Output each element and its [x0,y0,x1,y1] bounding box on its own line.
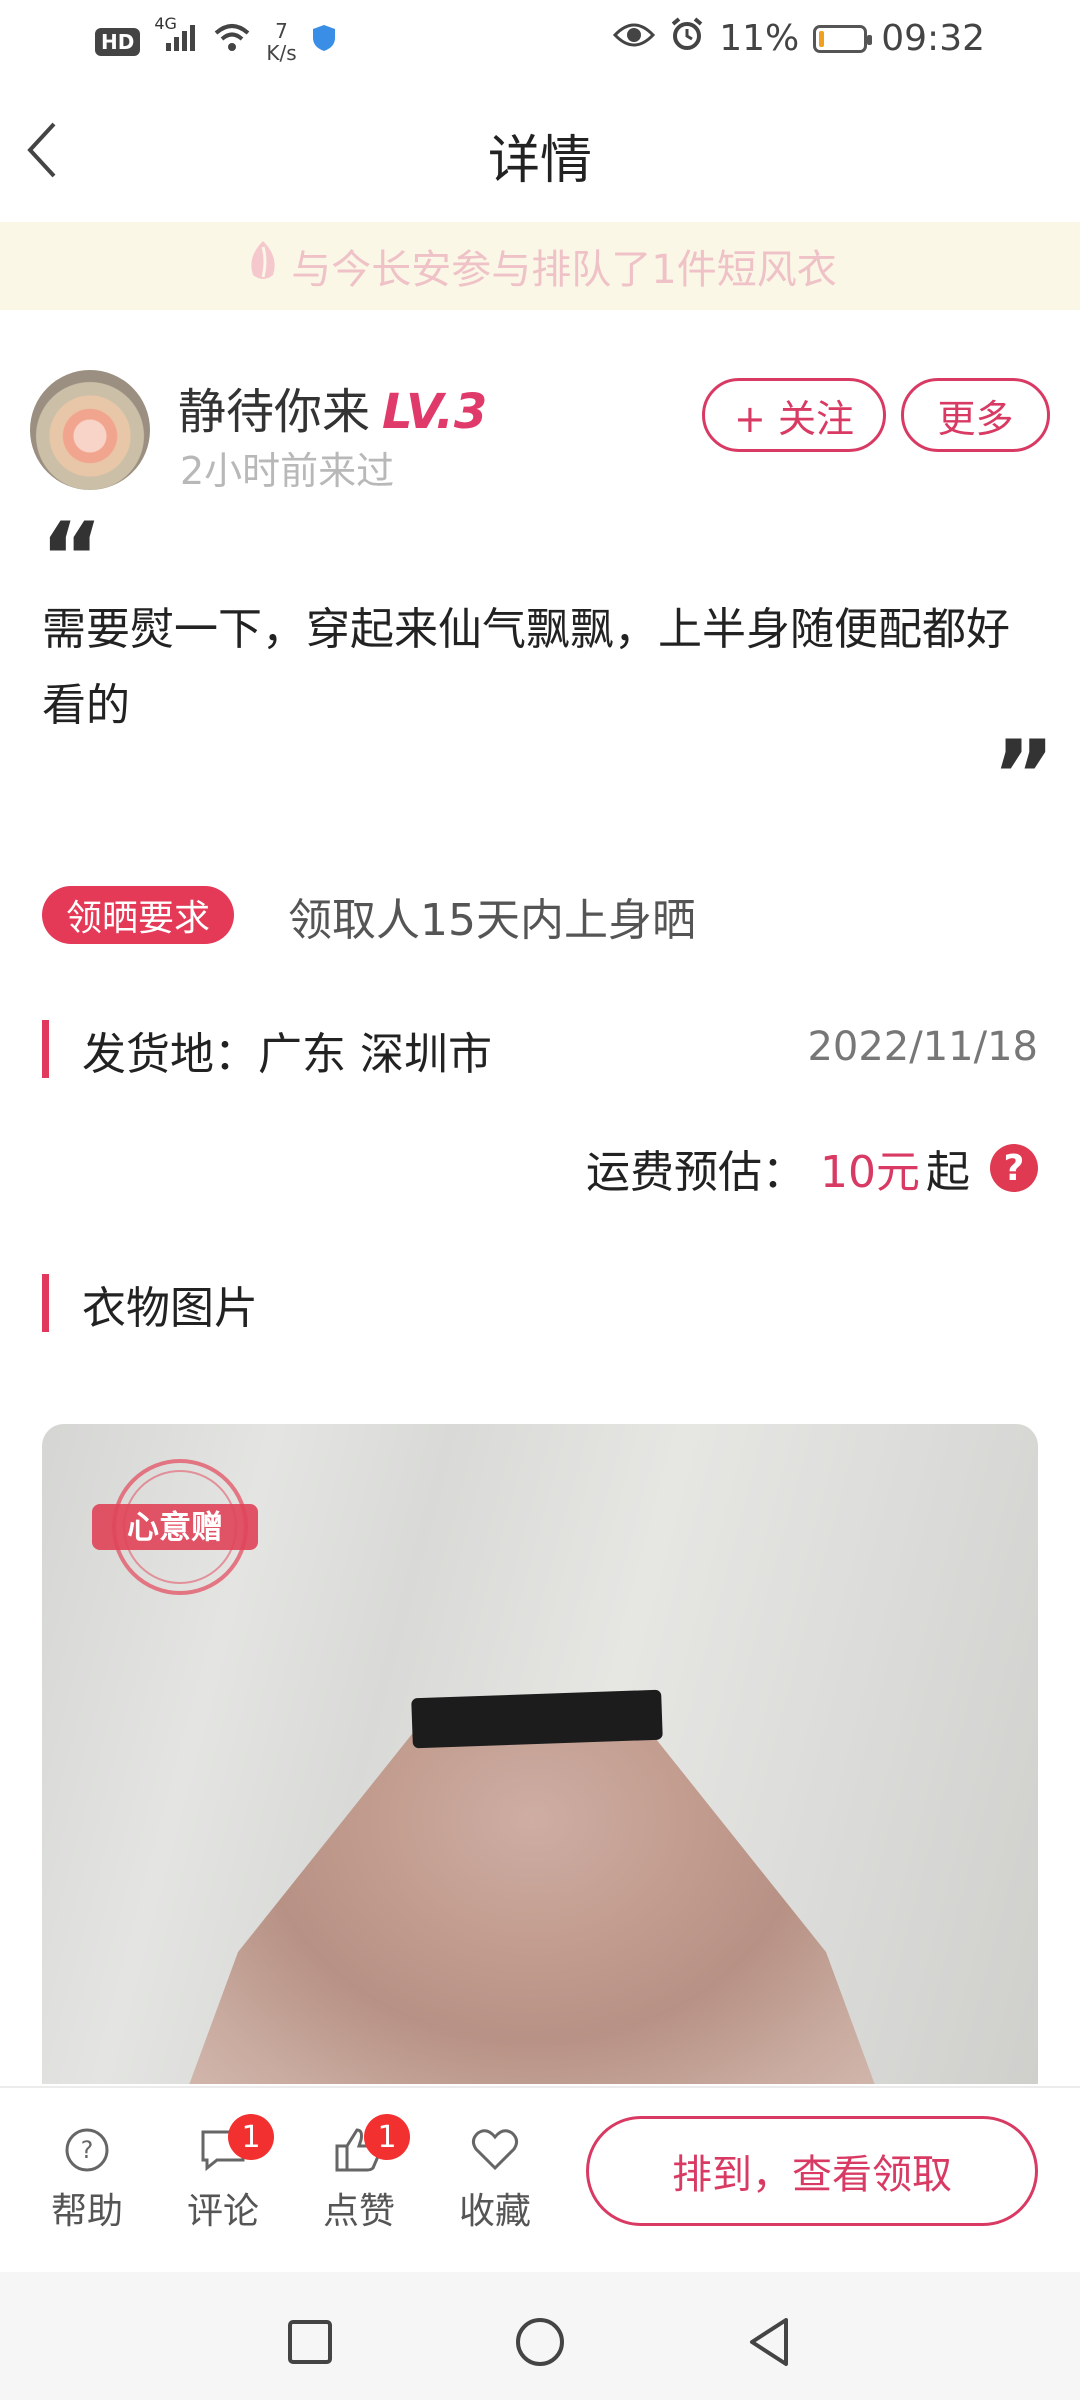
page-title: 详情 [487,131,592,191]
alarm-icon [669,16,705,61]
net-speed-unit: K/s [266,41,297,65]
comment-count-badge: 1 [228,2114,274,2160]
ship-date: 2022/11/18 [807,1024,1038,1070]
fee-label: 运费预估： [586,1147,806,1198]
battery-percent: 11% [719,18,800,59]
help-button[interactable]: ? 帮助 [32,2126,142,2234]
system-nav-bar [0,2272,1080,2400]
net-speed-value: 7 [275,19,288,43]
like-count-badge: 1 [364,2114,410,2160]
review-text: 需要熨一下，穿起来仙气飘飘，上半身随便配都好看的 [42,604,1010,731]
more-button[interactable]: 更多 [901,378,1050,452]
photos-title: 衣物图片 [82,1283,258,1334]
section-marker [42,1020,49,1078]
skirt-waistband [411,1689,663,1749]
product-photo[interactable]: 心意赠 [42,1424,1038,2084]
battery-level [819,30,825,47]
close-quote-icon: ” [992,720,1056,832]
comment-button[interactable]: 评论 1 [168,2114,278,2234]
recents-square-icon[interactable] [280,2312,340,2372]
follow-button[interactable]: + 关注 [702,378,886,452]
back-triangle-icon[interactable] [740,2312,800,2372]
hd-badge: HD [95,28,141,56]
status-right: 11% 09:32 [613,16,985,61]
petal-icon [243,237,283,295]
fee-value: 10元 [820,1147,920,1198]
last-seen: 2小时前来过 [180,449,395,493]
banner-text: 与今长安参与排队了1件短风衣 [291,247,837,293]
like-label: 点赞 [322,2191,395,2232]
help-label: 帮助 [50,2191,123,2232]
comment-label: 评论 [186,2191,259,2232]
home-circle-icon[interactable] [510,2312,570,2372]
clock: 09:32 [881,18,985,59]
ship-origin: 发货地：广东 深圳市 [82,1029,492,1080]
wifi-icon [212,22,252,62]
username-text: 静待你来 [178,384,371,440]
shield-icon [311,22,337,62]
shipping-fee-row: 运费预估： 10元 起 ? [586,1136,1038,1200]
network-type: 4G [154,14,177,33]
like-button[interactable]: 点赞 1 [304,2114,414,2234]
status-left: HD 4G 7 K/s [95,14,337,64]
bottom-action-bar: ? 帮助 评论 1 点赞 1 收藏 排到，查看领取 [0,2086,1080,2274]
eye-icon [613,18,656,59]
stamp-text: 心意赠 [127,1508,223,1546]
avatar[interactable] [30,370,150,490]
favorite-label: 收藏 [458,2191,531,2232]
username[interactable]: 静待你来 LV.3 [178,372,487,442]
claim-button[interactable]: 排到，查看领取 [586,2116,1038,2226]
help-question-icon[interactable]: ? [990,1144,1038,1192]
svg-text:?: ? [81,2136,94,2164]
header: 详情 [0,80,1080,220]
queue-banner[interactable]: 与今长安参与排队了1件短风衣 [0,222,1080,310]
gift-stamp-icon: 心意赠 [90,1452,260,1606]
user-level: LV.3 [382,384,488,440]
help-icon: ? [65,2128,109,2172]
requirement-tag: 领晒要求 [42,886,235,944]
requirement-text: 领取人15天内上身晒 [288,895,696,946]
cellular-signal-icon: 4G [154,14,198,62]
net-speed: 7 K/s [266,20,296,64]
skirt-body [182,1724,882,2084]
heart-icon [471,2129,519,2171]
section-marker [42,1274,49,1332]
favorite-button[interactable]: 收藏 [440,2126,550,2234]
fee-suffix: 起 [926,1147,970,1198]
status-bar: HD 4G 7 K/s 11% 09:32 [0,0,1080,80]
battery-icon [813,24,873,53]
